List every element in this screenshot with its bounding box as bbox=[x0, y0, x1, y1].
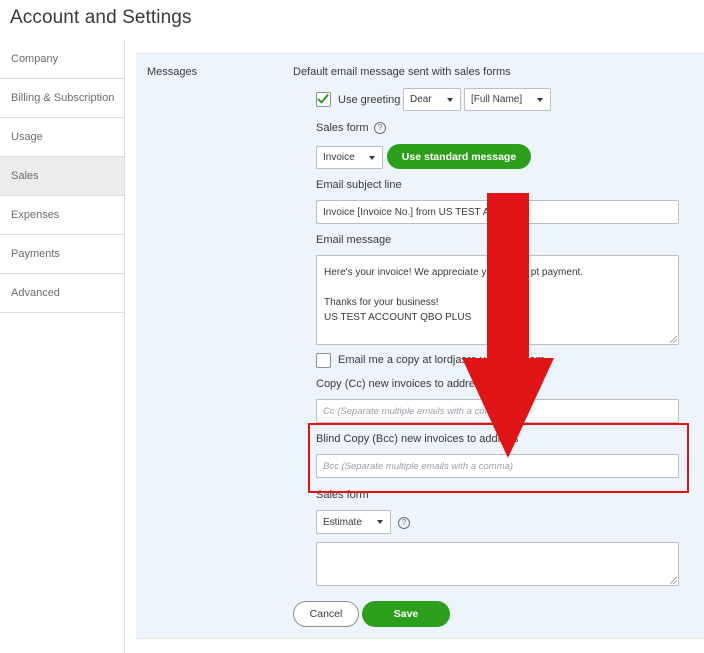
messages-section-label: Messages bbox=[147, 66, 198, 78]
sidebar-item-billing[interactable]: Billing & Subscription bbox=[0, 79, 124, 118]
sidebar-item-usage[interactable]: Usage bbox=[0, 118, 124, 157]
name-select-value: [Full Name] bbox=[471, 94, 523, 105]
annotation-arrow-icon bbox=[462, 193, 554, 458]
use-standard-message-button[interactable]: Use standard message bbox=[387, 144, 531, 169]
use-greeting-checkbox[interactable] bbox=[316, 91, 331, 107]
page-title: Account and Settings bbox=[10, 7, 192, 28]
sales-form-select-value: Invoice bbox=[323, 152, 355, 163]
checkmark-icon bbox=[317, 91, 329, 104]
panel-footer-divider bbox=[136, 638, 704, 653]
cancel-button[interactable]: Cancel bbox=[293, 601, 359, 627]
email-subject-label: Email subject line bbox=[316, 179, 402, 191]
chevron-down-icon bbox=[377, 520, 383, 524]
name-select[interactable]: [Full Name] bbox=[464, 88, 551, 111]
sales-form-select[interactable]: Invoice bbox=[316, 146, 383, 169]
sales-form-2-select-value: Estimate bbox=[323, 516, 362, 528]
estimate-message-textarea[interactable] bbox=[316, 542, 679, 586]
sales-form-2-label: Sales form bbox=[316, 489, 369, 501]
sales-form-label: Sales form bbox=[316, 122, 369, 134]
help-icon[interactable]: ? bbox=[374, 122, 386, 134]
sidebar-item-payments[interactable]: Payments bbox=[0, 235, 124, 274]
chevron-down-icon bbox=[537, 97, 543, 102]
sidebar-item-sales[interactable]: Sales bbox=[0, 157, 124, 196]
resize-grip-icon[interactable] bbox=[670, 336, 677, 343]
resize-grip-icon[interactable] bbox=[670, 577, 677, 584]
chevron-down-icon bbox=[447, 97, 453, 102]
chevron-down-icon bbox=[369, 155, 375, 160]
help-icon[interactable]: ? bbox=[398, 517, 410, 529]
messages-description: Default email message sent with sales fo… bbox=[293, 66, 511, 78]
sidebar-item-advanced[interactable]: Advanced bbox=[0, 274, 124, 313]
cc-label: Copy (Cc) new invoices to address bbox=[316, 378, 486, 390]
email-me-copy-checkbox[interactable] bbox=[316, 353, 331, 368]
save-button[interactable]: Save bbox=[362, 601, 450, 627]
email-message-label: Email message bbox=[316, 234, 392, 246]
sidebar-item-company[interactable]: Company bbox=[0, 40, 124, 79]
sales-form-2-select[interactable]: Estimate bbox=[316, 510, 391, 534]
sidebar-item-expenses[interactable]: Expenses bbox=[0, 196, 124, 235]
settings-sidebar: Company Billing & Subscription Usage Sal… bbox=[0, 40, 125, 653]
greeting-select-value: Dear bbox=[410, 94, 432, 105]
greeting-select[interactable]: Dear bbox=[403, 88, 461, 111]
use-greeting-label: Use greeting bbox=[338, 94, 401, 106]
